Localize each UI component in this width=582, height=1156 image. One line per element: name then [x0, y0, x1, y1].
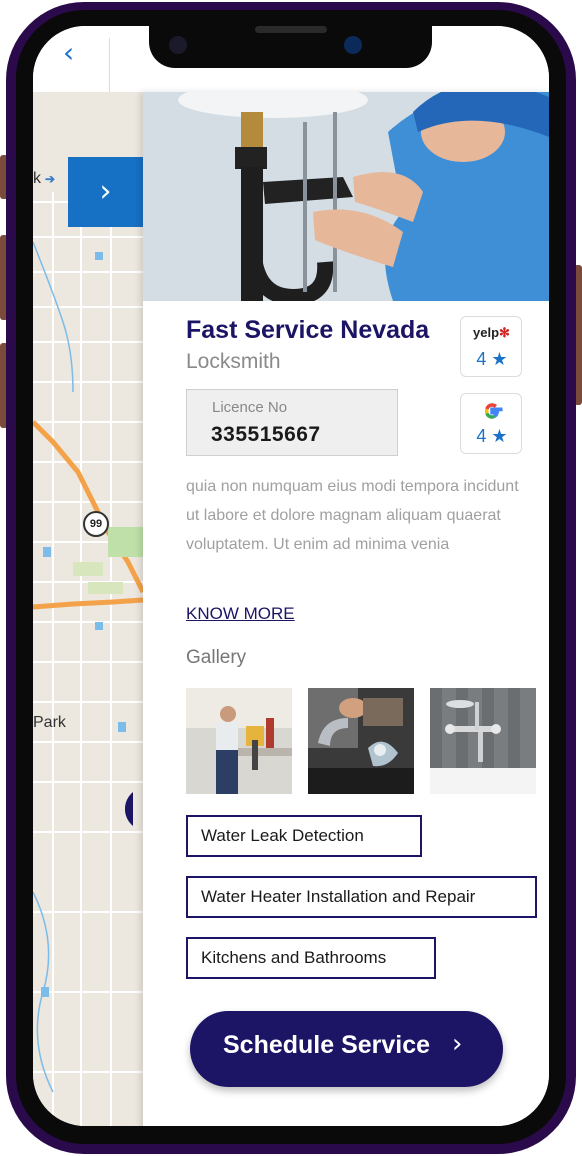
gallery-bathtub-photo [430, 688, 536, 794]
top-bar-divider [109, 38, 110, 92]
know-more-link[interactable]: KNOW MORE [186, 604, 295, 624]
phone-screen: ‹ k ➔ Park 99 › Fast Service Nevada Lock… [33, 26, 549, 1126]
map-streets [33, 192, 143, 1126]
schedule-service-label: Schedule Service [223, 1031, 431, 1059]
sensor-icon [169, 36, 187, 54]
map-view[interactable]: k ➔ Park 99 › [33, 92, 143, 1126]
business-detail-panel: Fast Service Nevada Locksmith yelp✻ 4 ★ … [143, 92, 549, 1126]
service-tag-water-heater[interactable]: Water Heater Installation and Repair [186, 876, 537, 918]
business-category: Locksmith [186, 350, 281, 373]
service-tag-water-leak[interactable]: Water Leak Detection [186, 815, 422, 857]
business-description: quia non numquam eius modi tempora incid… [186, 478, 519, 553]
google-rating-card[interactable]: 4 ★ [460, 393, 522, 454]
gallery-image-plumber[interactable] [186, 688, 292, 794]
plumber-illustration [143, 92, 549, 301]
licence-label: Licence No [212, 399, 288, 416]
gallery-plumber-photo [186, 688, 292, 794]
phone-notch [149, 26, 432, 68]
yelp-logo-icon: yelp✻ [473, 325, 510, 340]
map-label-k: k [33, 170, 41, 187]
google-score: 4 ★ [476, 426, 508, 446]
front-camera-icon [344, 36, 362, 54]
licence-box: Licence No 335515667 [186, 389, 398, 456]
map-label-park: Park [33, 714, 66, 731]
expand-panel-button[interactable]: › [68, 157, 143, 227]
route-badge: 99 [83, 511, 109, 537]
speaker-grille [255, 26, 327, 33]
gallery-title: Gallery [186, 647, 247, 668]
service-tag-kitchens-bathrooms[interactable]: Kitchens and Bathrooms [186, 937, 436, 979]
map-river-icon: ➔ [45, 172, 56, 186]
yelp-logo-text: yelp [473, 325, 500, 340]
licence-number: 335515667 [211, 423, 321, 446]
google-logo-icon [484, 403, 503, 419]
yelp-rating-card[interactable]: yelp✻ 4 ★ [460, 316, 522, 377]
gallery-image-bathtub[interactable] [430, 688, 536, 794]
gallery-image-faucet[interactable] [308, 688, 414, 794]
business-name: Fast Service Nevada [186, 316, 430, 344]
back-arrow-icon[interactable]: ‹ [63, 38, 87, 68]
route-badge-label: 99 [89, 518, 103, 530]
hero-plumber-photo [143, 92, 549, 301]
chevron-right-icon: › [452, 1029, 463, 1059]
yelp-score: 4 ★ [476, 349, 508, 369]
gallery-faucet-photo [308, 688, 414, 794]
schedule-service-button[interactable]: Schedule Service › [190, 1011, 503, 1087]
